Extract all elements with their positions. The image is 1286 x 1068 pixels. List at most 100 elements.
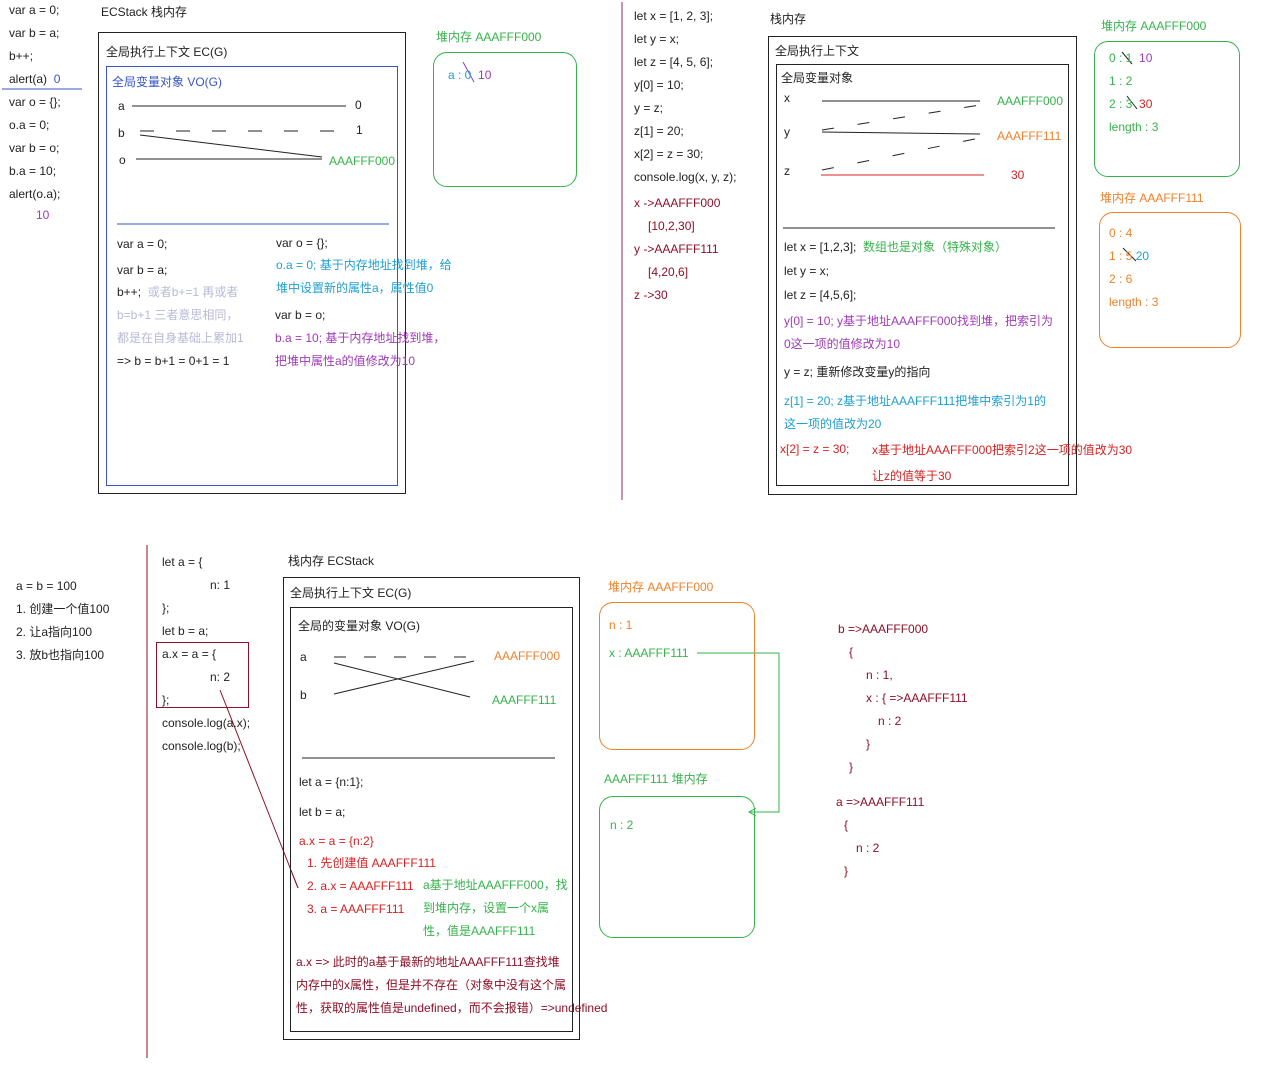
- note: b.a = 10; 基于内存地址找到堆，: [275, 331, 446, 345]
- code-line: var b = a;: [9, 26, 60, 40]
- code-line: let z = [4, 5, 6];: [634, 55, 714, 69]
- var-name: z: [784, 164, 790, 178]
- code-line: var a = 0;: [9, 3, 60, 17]
- result-line: [10,2,30]: [648, 219, 695, 233]
- var-value: AAAFFF111: [492, 693, 557, 707]
- note: 这一项的值改为20: [784, 417, 882, 431]
- result-line: n : 2: [856, 841, 880, 855]
- note: 堆中设置新的属性a，属性值0: [276, 281, 434, 295]
- result-line: z ->30: [634, 288, 668, 302]
- heap-prop: a : 0 10: [448, 68, 491, 82]
- result-line: n : 2: [878, 714, 902, 728]
- heap-item: length : 3: [1109, 120, 1159, 134]
- note: let b = a;: [299, 805, 346, 819]
- note: b=b+1 三者意思相同，: [117, 308, 239, 322]
- ec-title: 全局执行上下文: [775, 44, 860, 58]
- code-line: y = z;: [634, 101, 664, 115]
- note: x基于地址AAAFFF000把索引2这一项的值改为30: [872, 443, 1133, 457]
- var-name: o: [119, 153, 126, 167]
- code-line: b.a = 10;: [9, 164, 57, 178]
- heap-title: 堆内存 AAAFFF111: [1100, 191, 1204, 205]
- stack-title: 栈内存: [770, 12, 807, 26]
- var-value: AAAFFF000: [494, 649, 561, 663]
- note: o.a = 0; 基于内存地址找到堆，给: [276, 258, 452, 272]
- code-line: };: [162, 601, 170, 615]
- result-line: {: [844, 818, 849, 832]
- result-line: }: [866, 737, 871, 751]
- result-line: n : 1,: [866, 668, 893, 682]
- note: 0这一项的值修改为10: [784, 337, 901, 351]
- var-name: b: [118, 126, 125, 140]
- var-name: a: [300, 650, 307, 664]
- var-value: 1: [356, 123, 363, 137]
- heap-item: 0 : 4: [1109, 226, 1133, 240]
- heap-item: n : 1: [609, 618, 633, 632]
- heap-title: 堆内存 AAAFFF000: [1101, 19, 1207, 33]
- var-value: AAAFFF111: [997, 129, 1062, 143]
- code-line: let y = x;: [634, 32, 680, 46]
- note: 把堆中属性a的值修改为10: [275, 354, 416, 368]
- heap-item: 2 : 3 30: [1109, 97, 1152, 111]
- result-line: b =>AAAFFF000: [838, 622, 929, 636]
- var-name: a: [118, 99, 125, 113]
- heap-title: AAAFFF111 堆内存: [604, 772, 708, 786]
- note: 3. a = AAAFFF111: [307, 902, 405, 916]
- heap-text: 2 : 3: [1109, 97, 1133, 111]
- result-line: x ->AAAFFF000: [634, 196, 721, 210]
- stack-title: 栈内存 ECStack: [288, 554, 375, 568]
- heap-title: 堆内存 AAAFFF000: [608, 580, 714, 594]
- heap-item: 1 : 5 20: [1109, 249, 1149, 263]
- note: a.x = a = {n:2}: [299, 834, 374, 848]
- code-text: alert(a): [9, 72, 48, 86]
- heap-text: 1 : 5: [1109, 249, 1133, 263]
- var-value: 30: [1011, 168, 1025, 182]
- alert-result: 10: [36, 208, 50, 222]
- note: 内存中的x属性，但是并不存在（对象中没有这个属: [296, 978, 567, 992]
- vo-title: 全局的变量对象 VO(G): [298, 619, 420, 633]
- code-line: alert(a) 0: [9, 72, 60, 86]
- code-line: b++;: [9, 49, 34, 63]
- note: b++; 或者b+=1 再或者: [117, 285, 238, 299]
- var-name: b: [300, 688, 307, 702]
- note: var b = o;: [275, 308, 326, 322]
- heap-text: 0 : 1: [1109, 51, 1133, 65]
- result-line: }: [849, 760, 854, 774]
- ec-title: 全局执行上下文 EC(G): [106, 45, 228, 59]
- heap-title: 堆内存 AAAFFF000: [436, 30, 542, 44]
- code-line: a.x = a = {: [162, 647, 217, 661]
- note: a.x => 此时的a基于最新的地址AAAFFF111查找堆: [296, 955, 560, 969]
- intro-line: 3. 放b也指向100: [16, 648, 105, 662]
- heap-text: a : 0: [448, 68, 472, 82]
- note: y[0] = 10; y基于地址AAAFFF000找到堆，把索引为: [784, 314, 1054, 328]
- note-text: 数组也是对象（特殊对象）: [863, 240, 1008, 254]
- result-line: [4,20,6]: [648, 265, 689, 279]
- code-line: alert(o.a);: [9, 187, 61, 201]
- heap-item: 1 : 2: [1109, 74, 1133, 88]
- note: x[2] = z = 30;: [780, 442, 850, 456]
- heap-new-value: 10: [1139, 51, 1153, 65]
- intro-line: a = b = 100: [16, 579, 77, 593]
- note: let z = [4,5,6];: [784, 288, 857, 302]
- code-line: z[1] = 20;: [634, 124, 684, 138]
- code-line: o.a = 0;: [9, 118, 50, 132]
- note: a基于地址AAAFFF000，找: [423, 878, 568, 892]
- code-line: y[0] = 10;: [634, 78, 684, 92]
- note: 性，值是AAAFFF111: [423, 924, 536, 938]
- var-value: AAAFFF000: [329, 154, 396, 168]
- result-line: {: [849, 645, 854, 659]
- heap-new-value: 30: [1139, 97, 1153, 111]
- note: y = z; 重新修改变量y的指向: [784, 365, 931, 379]
- intro-line: 1. 创建一个值100: [16, 602, 110, 616]
- var-value: AAAFFF000: [997, 94, 1064, 108]
- alert-result: 0: [53, 72, 61, 86]
- note: 2. a.x = AAAFFF111: [307, 879, 414, 893]
- heap-item: x : AAAFFF111: [609, 646, 689, 660]
- note: 让z的值等于30: [872, 469, 952, 483]
- code-line: let x = [1, 2, 3];: [634, 9, 714, 23]
- note: var a = 0;: [117, 237, 168, 251]
- result-line: a =>AAAFFF111: [836, 795, 925, 809]
- code-line: n: 2: [210, 670, 231, 684]
- note: 到堆内存，设置一个x属: [423, 901, 550, 915]
- result-line: y ->AAAFFF111: [634, 242, 719, 256]
- heap-new-value: 20: [1135, 249, 1150, 263]
